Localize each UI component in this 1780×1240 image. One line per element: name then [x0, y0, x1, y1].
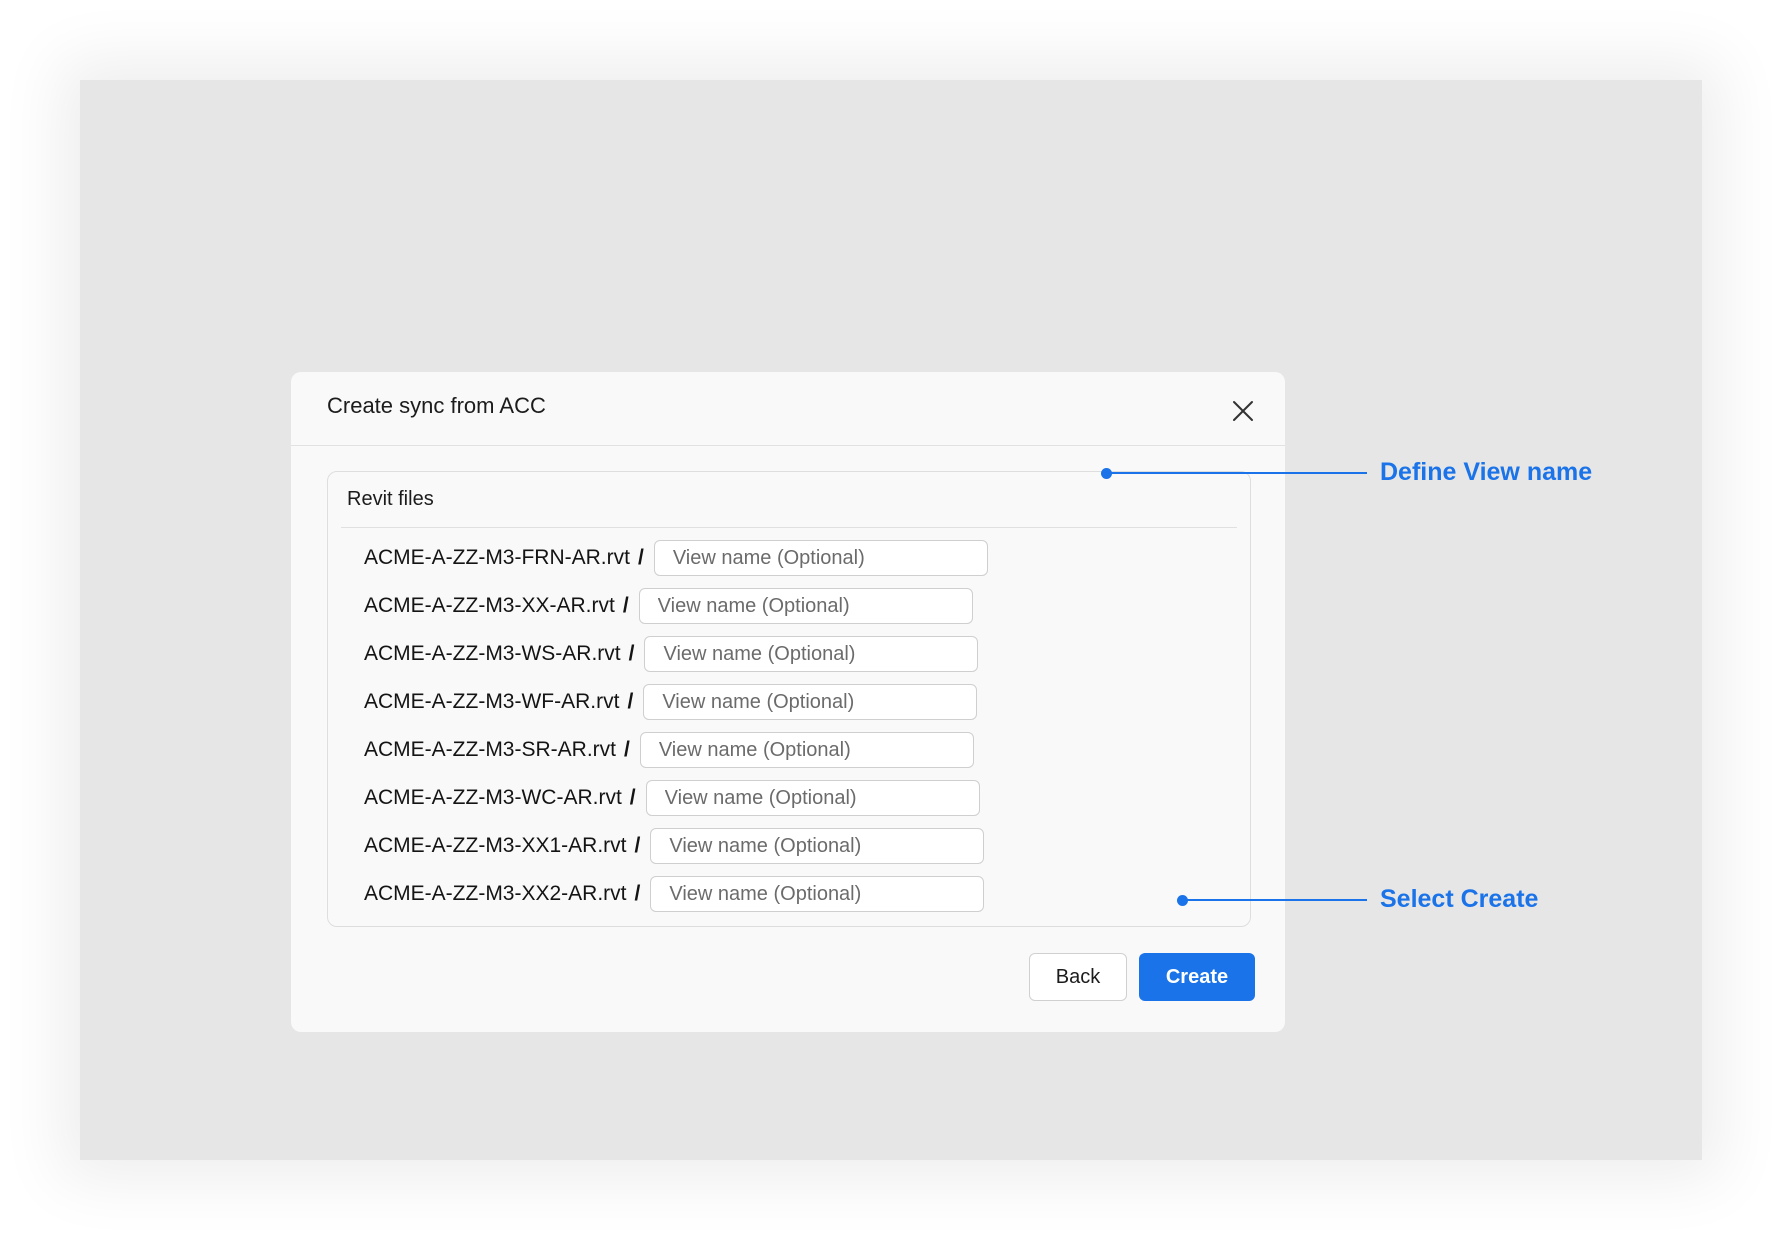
file-name: ACME-A-ZZ-M3-WS-AR.rvt — [364, 642, 621, 665]
create-button[interactable]: Create — [1139, 953, 1255, 1001]
callout-define-view-name: Define View name — [1380, 458, 1593, 486]
file-name: ACME-A-ZZ-M3-SR-AR.rvt — [364, 738, 616, 761]
path-separator: / — [637, 546, 644, 569]
file-name: ACME-A-ZZ-M3-XX2-AR.rvt — [364, 882, 627, 905]
file-name: ACME-A-ZZ-M3-WF-AR.rvt — [364, 690, 620, 713]
panel-divider — [341, 527, 1237, 528]
callout-line — [1107, 472, 1367, 474]
path-separator: / — [622, 594, 629, 617]
close-icon — [1233, 401, 1253, 421]
path-separator: / — [627, 690, 634, 713]
file-row: ACME-A-ZZ-M3-WF-AR.rvt / — [364, 684, 978, 720]
revit-files-panel: Revit files ACME-A-ZZ-M3-FRN-AR.rvt / AC… — [327, 471, 1251, 927]
dialog-header: Create sync from ACC — [291, 372, 1285, 446]
back-button[interactable]: Back — [1029, 953, 1127, 1001]
view-name-input[interactable] — [653, 540, 988, 576]
file-row: ACME-A-ZZ-M3-WC-AR.rvt / — [364, 780, 980, 816]
file-name: ACME-A-ZZ-M3-XX-AR.rvt — [364, 594, 615, 617]
callout-line — [1183, 899, 1367, 901]
file-name: ACME-A-ZZ-M3-XX1-AR.rvt — [364, 834, 627, 857]
file-row: ACME-A-ZZ-M3-SR-AR.rvt / — [364, 732, 974, 768]
view-name-input[interactable] — [650, 876, 985, 912]
file-name: ACME-A-ZZ-M3-FRN-AR.rvt — [364, 546, 630, 569]
path-separator: / — [628, 642, 635, 665]
file-row: ACME-A-ZZ-M3-XX1-AR.rvt / — [364, 828, 985, 864]
screenshot-canvas: Create sync from ACC Revit files ACME-A-… — [80, 80, 1702, 1160]
create-sync-dialog: Create sync from ACC Revit files ACME-A-… — [291, 372, 1285, 1032]
file-row: ACME-A-ZZ-M3-XX2-AR.rvt / — [364, 876, 985, 912]
panel-title: Revit files — [347, 488, 434, 510]
view-name-input[interactable] — [645, 780, 980, 816]
callout-select-create: Select Create — [1380, 885, 1539, 913]
path-separator: / — [623, 738, 630, 761]
view-name-input[interactable] — [639, 732, 974, 768]
close-button[interactable] — [1226, 394, 1260, 428]
file-row: ACME-A-ZZ-M3-XX-AR.rvt / — [364, 588, 973, 624]
view-name-input[interactable] — [643, 684, 978, 720]
path-separator: / — [634, 882, 641, 905]
file-row: ACME-A-ZZ-M3-FRN-AR.rvt / — [364, 540, 988, 576]
path-separator: / — [629, 786, 636, 809]
path-separator: / — [634, 834, 641, 857]
file-name: ACME-A-ZZ-M3-WC-AR.rvt — [364, 786, 622, 809]
file-row: ACME-A-ZZ-M3-WS-AR.rvt / — [364, 636, 979, 672]
dialog-title: Create sync from ACC — [327, 393, 546, 418]
view-name-input[interactable] — [638, 588, 973, 624]
view-name-input[interactable] — [650, 828, 985, 864]
view-name-input[interactable] — [644, 636, 979, 672]
